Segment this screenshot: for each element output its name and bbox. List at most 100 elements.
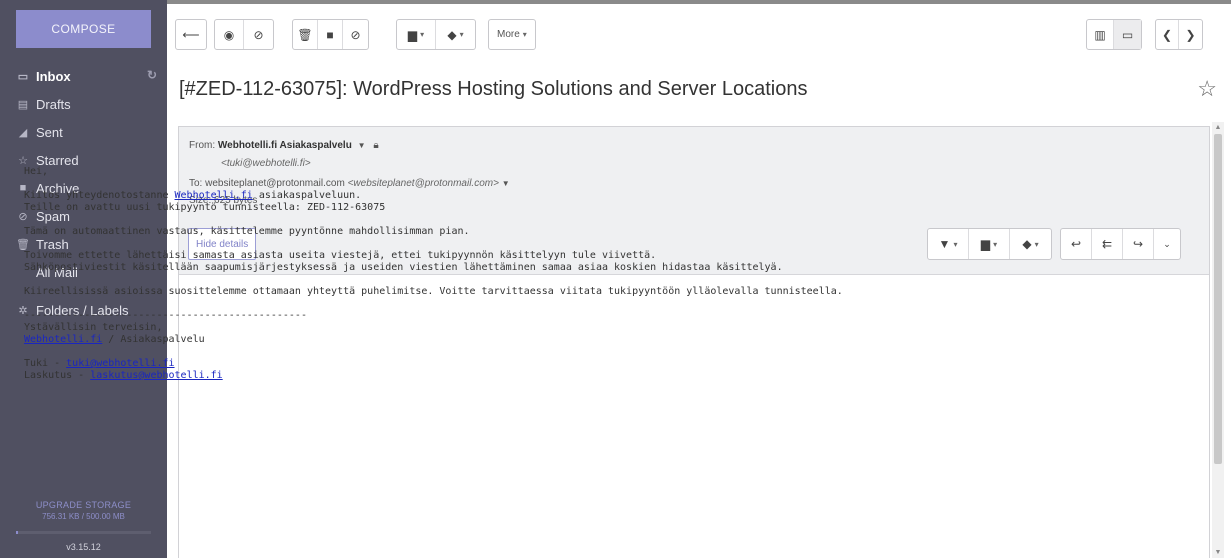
arrow-left-icon: ⟵	[182, 27, 200, 42]
folder-icon: ▆	[407, 27, 418, 42]
more-button[interactable]: More ▾	[489, 20, 535, 49]
star-icon: ☆	[18, 154, 28, 167]
tag-icon: ◆	[1022, 237, 1032, 251]
more-group: More ▾	[488, 19, 536, 50]
layout-group: ▥ ▭	[1086, 19, 1142, 50]
body-line: Toivomme ettette lähettäisi samasta asia…	[24, 250, 657, 261]
chevron-down-icon: ▾	[1034, 239, 1039, 249]
mark-unread-button[interactable]: ⊘	[244, 20, 273, 49]
scroll-up-icon[interactable]: ▲	[1212, 124, 1224, 131]
message-body: Hei, Kiitos yhteydenotostanne Webhotelli…	[24, 166, 1014, 382]
reply-all-button[interactable]: ⇇	[1092, 229, 1123, 259]
next-button[interactable]: ❯	[1179, 20, 1202, 49]
trash-icon: 🗑︎	[297, 27, 313, 42]
body-line: Hei,	[24, 166, 49, 177]
back-button[interactable]: ⟵	[176, 20, 206, 49]
reply-button[interactable]: ↩	[1061, 229, 1092, 259]
reply-all-icon: ⇇	[1101, 237, 1113, 251]
read-status-group: ◉ ⊘	[214, 19, 274, 50]
refresh-icon[interactable]: ↻	[147, 68, 157, 82]
inbox-icon: ▭	[17, 70, 29, 83]
action-group: 🗑︎ ■ ⊘	[292, 19, 369, 50]
scroll-thumb[interactable]	[1214, 134, 1222, 464]
more-actions-button[interactable]: ⌄	[1154, 229, 1180, 259]
mail-app: COMPOSE ▭ Inbox ↻ ▤ Drafts ◢ Sent ☆ Star…	[0, 0, 1231, 558]
reply-group: ↩ ⇇ ↪ ⌄	[1060, 228, 1181, 260]
message-label-button[interactable]: ◆ ▾	[1010, 229, 1051, 259]
body-line: Sähköpostiviestit käsitellään saapumisjä…	[24, 262, 783, 273]
body-line: Ystävällisin terveisin,	[24, 322, 163, 333]
body-line: Laskutus - laskutus@webhotelli.fi	[24, 370, 1014, 382]
lock-icon: 🔒︎	[373, 140, 379, 151]
body-line: Webhotelli.fi / Asiakaspalvelu	[24, 334, 1014, 346]
body-line: Tämä on automaattinen vastaus, käsittele…	[24, 226, 470, 237]
sender-dropdown-icon[interactable]: ▼	[358, 141, 366, 150]
body-text: Laskutus -	[24, 370, 91, 381]
more-label: More	[497, 29, 520, 40]
pager-group: ❮ ❯	[1155, 19, 1203, 50]
signature-link[interactable]: Webhotelli.fi	[24, 334, 102, 345]
storage-amount: 756.31 KB / 500.00 MB	[42, 512, 125, 521]
from-line: From: Webhotelli.fi Asiakaspalvelu ▼ 🔒︎	[189, 140, 379, 151]
upgrade-storage-link[interactable]: UPGRADE STORAGE	[0, 500, 167, 510]
column-layout-button[interactable]: ▥	[1087, 20, 1114, 49]
previous-button[interactable]: ❮	[1156, 20, 1179, 49]
laskutus-email-link[interactable]: laskutus@webhotelli.fi	[90, 370, 222, 381]
spam-button[interactable]: ⊘	[343, 20, 368, 49]
chevron-down-icon: ▾	[522, 30, 527, 39]
sidebar-item-label: Sent	[36, 124, 63, 140]
scroll-down-icon[interactable]: ▼	[1212, 549, 1224, 556]
trash-button[interactable]: 🗑︎	[293, 20, 318, 49]
chevron-right-icon: ❯	[1185, 27, 1196, 42]
star-icon[interactable]: ☆	[1197, 76, 1217, 102]
drafts-icon: ▤	[17, 98, 29, 111]
back-group: ⟵	[175, 19, 207, 50]
sidebar-item-label: Drafts	[36, 96, 71, 112]
body-line: Kiitos yhteydenotostanne Webhotelli.fi a…	[24, 190, 1014, 202]
row-layout-button[interactable]: ▭	[1114, 20, 1141, 49]
app-version: v3.15.12	[66, 542, 101, 552]
eye-icon: ◉	[223, 27, 235, 42]
tuki-email-link[interactable]: tuki@webhotelli.fi	[66, 358, 174, 369]
reply-icon: ↩	[1070, 237, 1082, 251]
body-line: Teille on avattu uusi tukipyyntö tunnist…	[24, 202, 386, 213]
scrollbar[interactable]: ▲ ▼	[1212, 122, 1224, 558]
archive-icon: ■	[326, 27, 334, 42]
webhotelli-link[interactable]: Webhotelli.fi	[175, 190, 253, 201]
tag-icon: ◆	[447, 27, 457, 42]
body-text: Tuki -	[24, 358, 67, 369]
sender-name[interactable]: Webhotelli.fi Asiakaspalvelu	[218, 140, 352, 151]
move-to-folder-button[interactable]: ▆ ▾	[397, 20, 436, 49]
sidebar-item-drafts[interactable]: ▤ Drafts	[0, 90, 167, 118]
signature-separator: ----------------------------------------…	[24, 310, 307, 321]
from-label: From:	[189, 140, 216, 151]
body-text: asiakaspalveluun.	[252, 190, 362, 201]
apply-label-button[interactable]: ◆ ▾	[436, 20, 475, 49]
body-text: Kiitos yhteydenotostanne	[24, 190, 175, 201]
chevron-left-icon: ❮	[1161, 27, 1173, 42]
forward-button[interactable]: ↪	[1123, 229, 1154, 259]
storage-bar-fill	[16, 531, 18, 534]
storage-bar	[16, 531, 151, 534]
body-line: Tuki - tuki@webhotelli.fi	[24, 358, 1014, 370]
chevron-down-icon: ⌄	[1163, 238, 1171, 249]
chevron-down-icon: ▾	[459, 30, 464, 39]
sidebar-item-sent[interactable]: ◢ Sent	[0, 118, 167, 146]
spam-icon: ⊘	[350, 27, 361, 42]
compose-button[interactable]: COMPOSE	[16, 10, 151, 48]
eye-slash-icon: ⊘	[253, 27, 264, 42]
toolbar: ⟵ ◉ ⊘ 🗑︎ ■ ⊘ ▆ ▾ ◆ ▾ More ▾ ▥ ▭ ❮ ❯	[167, 4, 1231, 62]
body-line: Kiireellisissä asioissa suosittelemme ot…	[24, 286, 843, 297]
forward-icon: ↪	[1132, 237, 1144, 251]
archive-button[interactable]: ■	[318, 20, 343, 49]
rows-icon: ▭	[1121, 27, 1134, 42]
mark-read-button[interactable]: ◉	[215, 20, 244, 49]
columns-icon: ▥	[1094, 27, 1106, 42]
sidebar-item-inbox[interactable]: ▭ Inbox ↻	[0, 62, 167, 90]
